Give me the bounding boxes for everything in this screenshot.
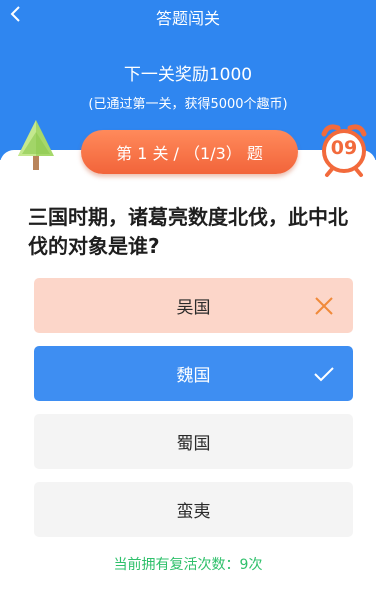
option-label: 魏国 — [176, 366, 211, 386]
option-b[interactable]: 魏国 — [34, 346, 353, 401]
tree-icon — [18, 120, 54, 170]
next-reward-title: 下一关奖励1000 — [123, 65, 253, 85]
option-d[interactable]: 蛮夷 — [34, 482, 353, 537]
option-label: 吴国 — [176, 298, 211, 318]
reward-subtitle: (已通过第一关，获得5000个趣币) — [88, 97, 288, 112]
option-label: 蜀国 — [176, 434, 211, 454]
question-text: 三国时期，诸葛亮数度北伐，此中北伐的对象是谁? — [28, 205, 348, 258]
cross-icon — [315, 297, 333, 315]
countdown-timer: 09 — [318, 120, 370, 178]
option-label: 蛮夷 — [176, 502, 211, 522]
nav-bar: 答题闯关 — [0, 0, 376, 32]
page-title: 答题闯关 — [155, 9, 220, 28]
revive-count-text: 当前拥有复活次数：9次 — [113, 557, 263, 573]
timer-value: 09 — [330, 137, 358, 159]
option-c[interactable]: 蜀国 — [34, 414, 353, 469]
check-icon — [314, 367, 334, 382]
option-a[interactable]: 吴国 — [34, 278, 353, 333]
level-progress-badge: 第 1 关 / （1/3） 题 — [81, 130, 298, 174]
